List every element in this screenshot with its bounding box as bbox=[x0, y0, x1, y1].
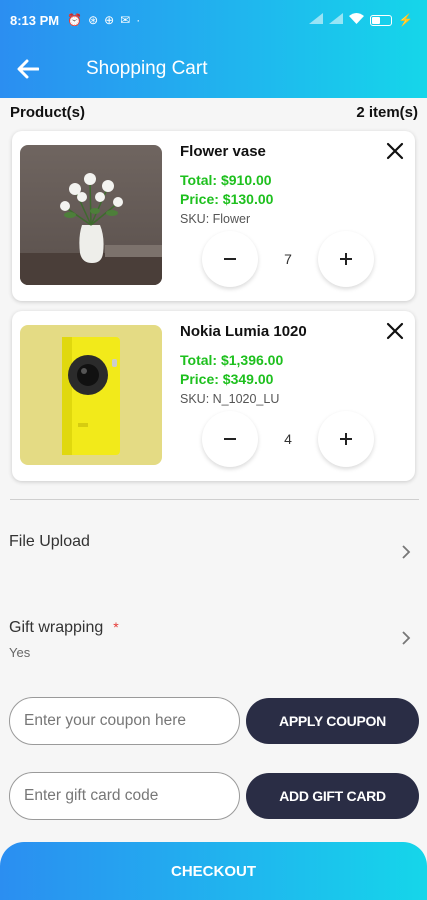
minus-icon bbox=[224, 438, 236, 440]
charging-icon: ⚡ bbox=[398, 13, 413, 27]
decrease-quantity-button[interactable] bbox=[202, 231, 258, 287]
gift-wrapping-value: Yes bbox=[9, 645, 31, 660]
products-label: Product(s) bbox=[10, 104, 85, 121]
item-count: 2 item(s) bbox=[356, 104, 418, 121]
add-gift-card-button[interactable]: ADD GIFT CARD bbox=[246, 773, 419, 819]
file-upload-row[interactable]: File Upload bbox=[0, 520, 427, 590]
status-bar: 8:13 PM ⏰ ⊛ ⊕ ✉ · ⚡ bbox=[0, 0, 427, 40]
cart-item-card: Flower vase Total: $910.00 Price: $130.0… bbox=[12, 131, 415, 301]
product-price: Price: $349.00 bbox=[180, 371, 274, 387]
back-button[interactable] bbox=[0, 40, 56, 98]
page-title: Shopping Cart bbox=[86, 58, 208, 79]
sync-icon: ⊛ bbox=[88, 13, 99, 27]
product-name[interactable]: Flower vase bbox=[180, 143, 266, 160]
quantity-value: 7 bbox=[284, 251, 292, 267]
close-icon bbox=[386, 322, 404, 340]
increase-quantity-button[interactable] bbox=[317, 231, 374, 287]
product-name[interactable]: Nokia Lumia 1020 bbox=[180, 323, 307, 340]
status-right-icons: ⚡ bbox=[309, 13, 413, 27]
checkout-button[interactable]: CHECKOUT bbox=[0, 842, 427, 900]
status-left-icons: ⏰ ⊛ ⊕ ✉ · bbox=[67, 13, 140, 27]
plus-icon bbox=[339, 253, 352, 265]
product-total: Total: $1,396.00 bbox=[180, 352, 284, 368]
plus-icon bbox=[339, 433, 352, 445]
gift-wrapping-row[interactable]: Gift wrapping * Yes bbox=[0, 605, 427, 675]
app-bar: Shopping Cart bbox=[0, 40, 427, 98]
nfc-icon: ⊕ bbox=[104, 13, 115, 27]
close-icon bbox=[386, 142, 404, 160]
product-image[interactable] bbox=[20, 145, 162, 285]
chevron-right-icon bbox=[401, 630, 411, 651]
signal-icon bbox=[329, 13, 344, 27]
gift-wrapping-label: Gift wrapping * bbox=[9, 619, 119, 637]
quantity-stepper: 7 bbox=[202, 231, 374, 287]
remove-item-button[interactable] bbox=[383, 139, 407, 163]
minus-icon bbox=[224, 258, 236, 260]
product-sku: SKU: N_1020_LU bbox=[180, 392, 280, 406]
gift-card-input[interactable] bbox=[9, 772, 240, 820]
product-image[interactable] bbox=[20, 325, 162, 465]
file-upload-label: File Upload bbox=[9, 533, 90, 550]
arrow-left-icon bbox=[17, 59, 39, 79]
apply-coupon-button[interactable]: APPLY COUPON bbox=[246, 698, 419, 744]
mail-icon: ✉ bbox=[120, 13, 131, 27]
product-total: Total: $910.00 bbox=[180, 172, 272, 188]
decrease-quantity-button[interactable] bbox=[202, 411, 258, 467]
status-time: 8:13 PM bbox=[10, 12, 60, 28]
products-header: Product(s) 2 item(s) bbox=[10, 104, 418, 121]
quantity-stepper: 4 bbox=[202, 411, 374, 467]
gift-wrapping-text: Gift wrapping bbox=[9, 619, 104, 636]
product-sku: SKU: Flower bbox=[180, 212, 251, 226]
dot-icon: · bbox=[136, 13, 141, 27]
product-price: Price: $130.00 bbox=[180, 191, 274, 207]
quantity-value: 4 bbox=[284, 431, 292, 447]
increase-quantity-button[interactable] bbox=[317, 411, 374, 467]
alarm-icon: ⏰ bbox=[67, 13, 83, 27]
battery-icon bbox=[370, 14, 393, 26]
coupon-input[interactable] bbox=[9, 697, 240, 745]
wifi-icon bbox=[349, 13, 365, 27]
chevron-right-icon bbox=[401, 544, 411, 565]
required-marker: * bbox=[113, 619, 119, 635]
section-divider bbox=[10, 499, 419, 500]
signal-icon bbox=[309, 13, 324, 27]
cart-item-card: Nokia Lumia 1020 Total: $1,396.00 Price:… bbox=[12, 311, 415, 481]
remove-item-button[interactable] bbox=[383, 319, 407, 343]
